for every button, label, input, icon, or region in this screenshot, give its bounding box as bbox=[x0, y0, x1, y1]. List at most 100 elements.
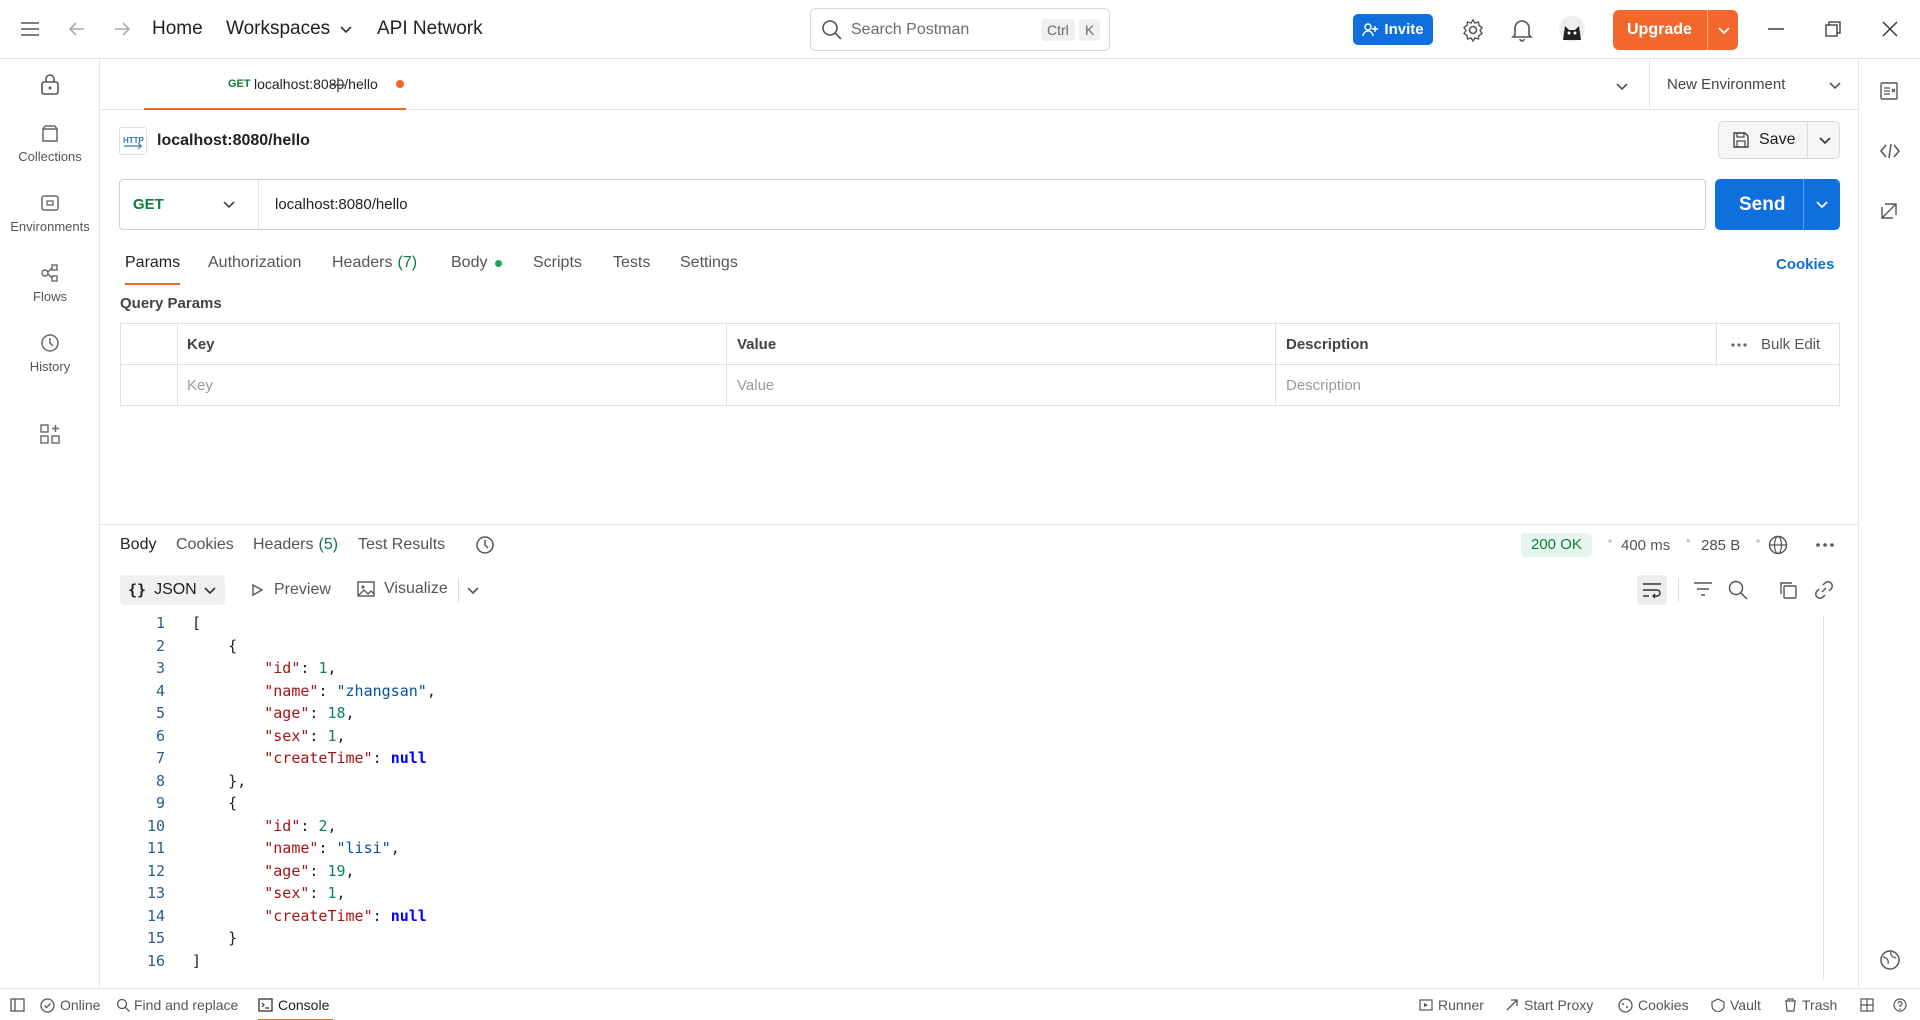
table-header-cell bbox=[121, 324, 178, 365]
start-proxy-button[interactable]: Start Proxy bbox=[1505, 997, 1593, 1013]
response-history-icon[interactable] bbox=[475, 535, 495, 555]
lock-icon[interactable] bbox=[40, 73, 60, 95]
search-placeholder: Search Postman bbox=[851, 21, 970, 38]
format-select[interactable]: {} JSON bbox=[120, 575, 225, 605]
divider bbox=[458, 578, 459, 602]
vault-button[interactable]: Vault bbox=[1711, 997, 1761, 1013]
trash-button[interactable]: Trash bbox=[1784, 997, 1837, 1013]
link-icon[interactable] bbox=[1814, 580, 1834, 600]
response-more-icon[interactable] bbox=[1815, 543, 1835, 547]
vault-label: Vault bbox=[1730, 997, 1761, 1013]
documentation-icon[interactable] bbox=[1879, 81, 1899, 101]
table-row-cell bbox=[121, 365, 178, 406]
tab-params[interactable]: Params bbox=[125, 254, 181, 285]
related-collections-icon[interactable] bbox=[1879, 201, 1899, 221]
toggle-sidebar-icon[interactable] bbox=[10, 998, 25, 1012]
sidebar-item-flows[interactable]: Flows bbox=[0, 263, 100, 304]
cookies-link[interactable]: Cookies bbox=[1776, 256, 1834, 273]
close-icon[interactable] bbox=[1882, 21, 1898, 37]
runner-button[interactable]: Runner bbox=[1419, 997, 1484, 1013]
line-number: 3 bbox=[155, 659, 165, 677]
forward-arrow-icon[interactable] bbox=[112, 19, 132, 39]
value-input[interactable]: Value bbox=[727, 365, 1276, 406]
find-replace-button[interactable]: Find and replace bbox=[116, 997, 238, 1013]
minimize-icon[interactable] bbox=[1768, 28, 1784, 30]
settings-gear-icon[interactable] bbox=[1461, 18, 1485, 42]
avatar[interactable] bbox=[1559, 16, 1585, 42]
tabs-dropdown-chevron-icon[interactable] bbox=[1615, 79, 1629, 93]
preview-label: Preview bbox=[274, 581, 331, 598]
upgrade-button[interactable]: Upgrade bbox=[1613, 10, 1738, 50]
workspaces-dropdown[interactable]: Workspaces bbox=[226, 18, 354, 40]
method-select[interactable]: GET bbox=[120, 180, 259, 229]
braces-icon: {} bbox=[128, 581, 147, 599]
url-input[interactable]: localhost:8080/hello bbox=[275, 196, 408, 213]
tab-scripts[interactable]: Scripts bbox=[533, 254, 582, 272]
environment-selector[interactable]: New Environment bbox=[1649, 59, 1858, 109]
invite-button[interactable]: Invite bbox=[1353, 14, 1433, 45]
tab-title: localhost:8080/hello bbox=[254, 76, 378, 92]
restore-icon[interactable] bbox=[1825, 21, 1841, 37]
response-tab-test-results[interactable]: Test Results bbox=[358, 536, 445, 554]
tab-settings[interactable]: Settings bbox=[680, 254, 738, 272]
save-dropdown[interactable] bbox=[1807, 122, 1840, 158]
search-response-icon[interactable] bbox=[1728, 580, 1748, 600]
request-tabs-row: GET localhost:8080/hello New Environment bbox=[100, 59, 1858, 110]
add-apps-icon[interactable] bbox=[40, 424, 60, 444]
scrollbar-track[interactable] bbox=[1823, 616, 1824, 979]
filter-icon[interactable] bbox=[1693, 581, 1713, 597]
back-arrow-icon[interactable] bbox=[67, 19, 87, 39]
line-number: 10 bbox=[146, 816, 165, 835]
home-link[interactable]: Home bbox=[152, 18, 203, 40]
send-button[interactable]: Send bbox=[1739, 194, 1785, 216]
search-box[interactable]: Search Postman Ctrl K bbox=[810, 8, 1110, 51]
help-icon[interactable] bbox=[1893, 998, 1907, 1012]
visualize-button[interactable]: Visualize bbox=[357, 580, 448, 598]
tab-headers[interactable]: Headers (7) bbox=[332, 254, 417, 272]
line-number: 4 bbox=[155, 681, 165, 700]
help-globe-icon[interactable] bbox=[1879, 949, 1901, 971]
status-badge[interactable]: 200 OK bbox=[1521, 533, 1592, 557]
vault-icon bbox=[1711, 998, 1725, 1012]
sidebar-item-collections[interactable]: Collections bbox=[0, 123, 100, 164]
response-tab-cookies[interactable]: Cookies bbox=[176, 536, 234, 554]
send-dropdown[interactable] bbox=[1803, 179, 1840, 230]
description-input[interactable]: Description bbox=[1276, 365, 1839, 406]
globe-icon[interactable] bbox=[1768, 535, 1788, 555]
tab-body[interactable]: Body bbox=[451, 254, 503, 272]
layout-icon[interactable] bbox=[1860, 998, 1874, 1012]
tab-request[interactable]: GET localhost:8080/hello bbox=[144, 59, 406, 110]
response-time[interactable]: 400 ms bbox=[1621, 537, 1670, 554]
sidebar-item-environments[interactable]: Environments bbox=[0, 193, 100, 234]
tab-authorization[interactable]: Authorization bbox=[208, 254, 301, 272]
url-bar: GET localhost:8080/hello bbox=[119, 179, 1706, 230]
wrap-lines-toggle[interactable] bbox=[1637, 575, 1667, 605]
api-network-link[interactable]: API Network bbox=[377, 18, 483, 40]
response-tab-body[interactable]: Body bbox=[120, 536, 156, 554]
sidebar-item-history[interactable]: History bbox=[0, 333, 100, 374]
separator-dot: • bbox=[1756, 534, 1761, 548]
menu-icon[interactable] bbox=[20, 20, 40, 38]
cookies-button[interactable]: Cookies bbox=[1618, 997, 1689, 1013]
line-number: 2 bbox=[155, 636, 165, 655]
key-input[interactable]: Key bbox=[178, 365, 727, 406]
bulk-edit-button[interactable]: Bulk Edit bbox=[1761, 336, 1820, 353]
tab-tests[interactable]: Tests bbox=[613, 254, 650, 272]
response-body-code[interactable]: 1[ 2 { 3 "id": 1, 4 "name": "zhangsan", … bbox=[120, 612, 1820, 972]
request-name[interactable]: localhost:8080/hello bbox=[157, 132, 310, 150]
visualize-dropdown-chevron-icon[interactable] bbox=[466, 583, 480, 597]
response-tab-headers[interactable]: Headers (5) bbox=[253, 536, 338, 554]
bell-icon[interactable] bbox=[1511, 18, 1533, 42]
new-tab-plus-icon[interactable] bbox=[330, 77, 346, 93]
line-number: 12 bbox=[146, 861, 165, 880]
save-label: Save bbox=[1759, 131, 1796, 148]
code-icon[interactable] bbox=[1879, 141, 1901, 161]
online-status[interactable]: Online bbox=[40, 997, 100, 1013]
upgrade-dropdown[interactable] bbox=[1707, 10, 1738, 50]
response-size[interactable]: 285 B bbox=[1701, 537, 1740, 554]
copy-icon[interactable] bbox=[1778, 580, 1798, 600]
cookies-label: Cookies bbox=[1638, 997, 1689, 1013]
save-button[interactable]: Save bbox=[1732, 131, 1795, 149]
console-button[interactable]: Console bbox=[258, 997, 329, 1013]
preview-button[interactable]: Preview bbox=[250, 581, 331, 599]
